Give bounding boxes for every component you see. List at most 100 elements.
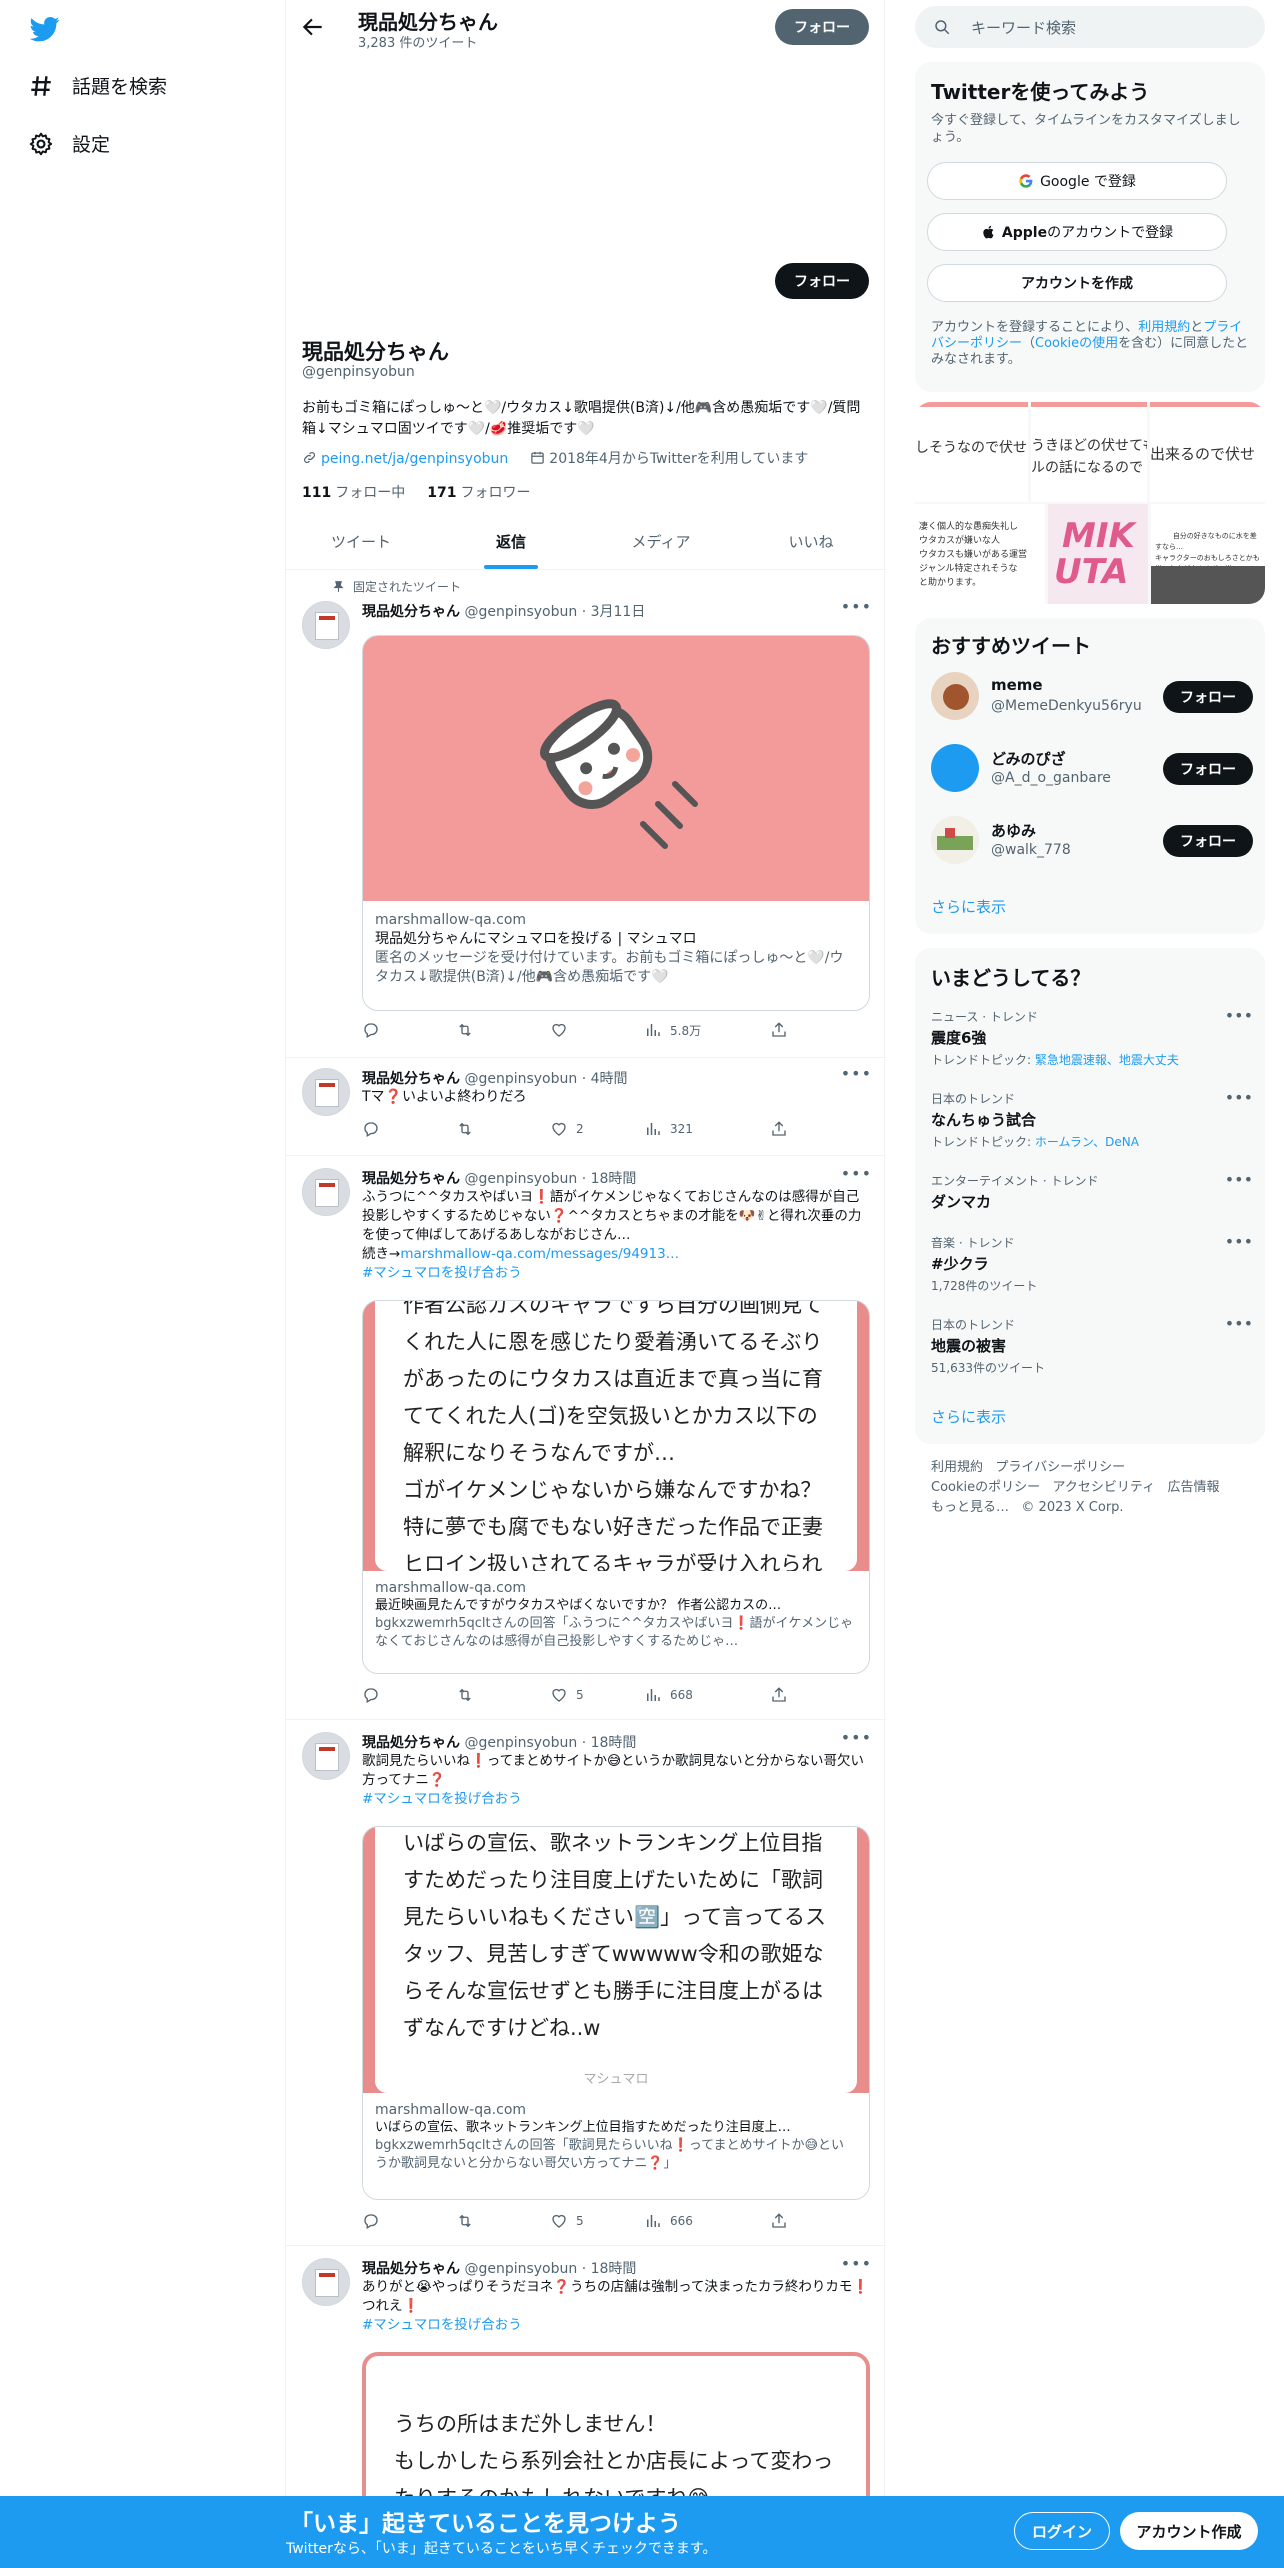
more-options-icon[interactable]: ••• bbox=[841, 1728, 872, 1747]
follow-button[interactable]: フォロー bbox=[1163, 753, 1253, 785]
follow-button[interactable]: フォロー bbox=[1163, 681, 1253, 713]
link-card[interactable]: うちの所はまだ外しません！ もしかしたら系列会社とか店長によって変わったりするの… bbox=[362, 2352, 870, 2496]
nav-explore[interactable]: 話題を検索 bbox=[28, 72, 167, 99]
profile-link-text[interactable]: peing.net/ja/genpinsyobun bbox=[321, 451, 508, 467]
like-button[interactable]: 5 bbox=[550, 2212, 584, 2230]
tweet[interactable]: 現品処分ちゃん @genpinsyobun · 4時間 ••• Tマ❓いよいよ終… bbox=[286, 1058, 886, 1156]
more-options-icon[interactable]: ••• bbox=[1225, 1006, 1253, 1025]
tweet-pinned[interactable]: 固定されたツイート 現品処分ちゃん @genpinsyobun · 3月11日 … bbox=[286, 571, 886, 1058]
tweet[interactable]: 現品処分ちゃん @genpinsyobun · 18時間 ••• ふうつに^^タ… bbox=[286, 1156, 886, 1720]
reply-button[interactable] bbox=[362, 1686, 380, 1704]
more-options-icon[interactable]: ••• bbox=[1225, 1170, 1253, 1189]
media-thumb[interactable]: うきほどの伏せても ルの話になるので bbox=[1031, 402, 1147, 502]
media-thumb[interactable]: しそうなので伏せ bbox=[915, 402, 1028, 502]
recommended-user[interactable]: どみのぴざ @A_d_o_ganbare フォロー bbox=[931, 742, 1253, 796]
trend-topic-links[interactable]: 緊急地震速報、地震大丈夫 bbox=[1035, 1053, 1179, 1067]
media-thumb[interactable]: 凄く個人的な愚痴失礼し ウタカスが嫌いな人 ウタカスも嫌いがある運営 ジャンル特… bbox=[915, 504, 1045, 604]
share-button[interactable] bbox=[770, 1120, 788, 1138]
like-button[interactable]: 5 bbox=[550, 1686, 584, 1704]
footer-more-link[interactable]: もっと見る… bbox=[931, 1500, 1009, 1515]
nav-settings[interactable]: 設定 bbox=[28, 130, 110, 157]
trend-item[interactable]: 日本のトレンド なんちゅう試合 トレンドトピック: ホームラン、DeNA ••• bbox=[931, 1088, 1253, 1150]
tab-tweets[interactable]: ツイート bbox=[286, 514, 436, 569]
signup-button[interactable]: アカウント作成 bbox=[1120, 2512, 1258, 2550]
views-button[interactable]: 321 bbox=[644, 1120, 693, 1138]
tweet-link[interactable]: marshmallow-qa.com/messages/94913… bbox=[400, 1246, 679, 1262]
tweet-author-name[interactable]: 現品処分ちゃん bbox=[362, 1735, 460, 1751]
create-account-button[interactable]: アカウントを作成 bbox=[927, 264, 1227, 302]
hashtag-link[interactable]: #マシュマロを投げ合おう bbox=[362, 1264, 870, 1283]
link-card[interactable]: 作者公認カスのキャラですら自分の画側見てくれた人に恩を感じたり愛着湧いてるそぶり… bbox=[362, 1300, 870, 1674]
tweet-author-name[interactable]: 現品処分ちゃん bbox=[362, 1171, 460, 1187]
trend-item[interactable]: エンターテイメント · トレンド ダンマカ ••• bbox=[931, 1170, 1253, 1212]
views-button[interactable]: 666 bbox=[644, 2212, 693, 2230]
views-button[interactable]: 668 bbox=[644, 1686, 693, 1704]
share-button[interactable] bbox=[770, 2212, 788, 2230]
trend-item[interactable]: 音楽 · トレンド #少クラ 1,728件のツイート ••• bbox=[931, 1232, 1253, 1294]
recommended-user[interactable]: meme @MemeDenkyu56ryu フォロー bbox=[931, 670, 1253, 724]
tweet[interactable]: 現品処分ちゃん @genpinsyobun · 18時間 ••• ありがと😭やっ… bbox=[286, 2246, 886, 2496]
show-more-link[interactable]: さらに表示 bbox=[931, 896, 1006, 917]
recommended-user[interactable]: あゆみ @walk_778 フォロー bbox=[931, 814, 1253, 868]
avatar[interactable] bbox=[302, 1732, 350, 1780]
cookie-link[interactable]: Cookieの使用 bbox=[1035, 336, 1118, 351]
avatar[interactable] bbox=[302, 2258, 350, 2306]
share-button[interactable] bbox=[770, 1686, 788, 1704]
terms-link[interactable]: 利用規約 bbox=[1138, 320, 1190, 335]
hashtag-link[interactable]: #マシュマロを投げ合おう bbox=[362, 2316, 870, 2335]
media-thumb[interactable]: MIK UTA bbox=[1048, 504, 1148, 604]
tweet-author-name[interactable]: 現品処分ちゃん bbox=[362, 604, 460, 620]
tweet-author-name[interactable]: 現品処分ちゃん bbox=[362, 1071, 460, 1087]
trend-item[interactable]: 日本のトレンド 地震の被害 51,633件のツイート ••• bbox=[931, 1314, 1253, 1376]
footer-ads-link[interactable]: 広告情報 bbox=[1168, 1480, 1220, 1495]
footer-accessibility-link[interactable]: アクセシビリティ bbox=[1053, 1480, 1156, 1495]
footer-privacy-link[interactable]: プライバシーポリシー bbox=[995, 1460, 1125, 1475]
share-button[interactable] bbox=[770, 1021, 788, 1039]
hashtag-link[interactable]: #マシュマロを投げ合おう bbox=[362, 1790, 870, 1809]
retweet-button[interactable] bbox=[456, 1120, 474, 1138]
avatar[interactable] bbox=[302, 601, 350, 649]
views-button[interactable]: 5.8万 bbox=[644, 1021, 701, 1039]
reply-button[interactable] bbox=[362, 1120, 380, 1138]
login-button[interactable]: ログイン bbox=[1014, 2512, 1110, 2550]
tweet[interactable]: 現品処分ちゃん @genpinsyobun · 18時間 ••• 歌詞見たらいい… bbox=[286, 1720, 886, 2246]
media-thumb[interactable]: 自分の好きなものに水を差すなら… キャラクターのおもしろさとかも 嫌いな人が大き… bbox=[1151, 504, 1265, 604]
media-preview-strip[interactable]: しそうなので伏せ うきほどの伏せても ルの話になるので 出来るので伏せ 凄く個人的… bbox=[915, 402, 1265, 604]
more-options-icon[interactable]: ••• bbox=[1225, 1314, 1253, 1333]
show-more-link[interactable]: さらに表示 bbox=[931, 1406, 1006, 1427]
footer-cookie-link[interactable]: Cookieのポリシー bbox=[931, 1480, 1040, 1495]
trend-topic-links[interactable]: ホームラン、DeNA bbox=[1035, 1135, 1139, 1149]
footer-terms-link[interactable]: 利用規約 bbox=[931, 1460, 983, 1475]
back-arrow-icon[interactable] bbox=[300, 14, 326, 40]
media-thumb[interactable]: 出来るので伏せ bbox=[1150, 402, 1265, 502]
more-options-icon[interactable]: ••• bbox=[841, 597, 872, 616]
followers-stat[interactable]: 171 フォロワー bbox=[427, 482, 530, 502]
twitter-logo-icon[interactable] bbox=[28, 14, 62, 44]
profile-follow-button[interactable]: フォロー bbox=[775, 263, 869, 299]
tab-media[interactable]: メディア bbox=[586, 514, 736, 569]
apple-signup-button[interactable]: Appleのアカウントで登録 bbox=[927, 213, 1227, 251]
retweet-button[interactable] bbox=[456, 2212, 474, 2230]
more-options-icon[interactable]: ••• bbox=[1225, 1088, 1253, 1107]
like-button[interactable] bbox=[550, 1021, 568, 1039]
retweet-button[interactable] bbox=[456, 1021, 474, 1039]
link-card[interactable]: marshmallow-qa.com 現品処分ちゃんにマシュマロを投げる | マ… bbox=[362, 635, 870, 1011]
link-card[interactable]: いばらの宣伝、歌ネットランキング上位目指すためだったり注目度上げたいために「歌詞… bbox=[362, 1826, 870, 2200]
following-stat[interactable]: 111 フォロー中 bbox=[302, 482, 405, 502]
more-options-icon[interactable]: ••• bbox=[1225, 1232, 1253, 1251]
trend-item[interactable]: ニュース · トレンド 震度6強 トレンドトピック: 緊急地震速報、地震大丈夫 … bbox=[931, 1006, 1253, 1068]
tab-replies[interactable]: 返信 bbox=[436, 514, 586, 569]
like-button[interactable]: 2 bbox=[550, 1120, 584, 1138]
avatar[interactable] bbox=[302, 1168, 350, 1216]
more-options-icon[interactable]: ••• bbox=[841, 1164, 872, 1183]
search-input[interactable]: キーワード検索 bbox=[915, 6, 1265, 48]
header-follow-button[interactable]: フォロー bbox=[775, 9, 869, 45]
google-signup-button[interactable]: Google で登録 bbox=[927, 162, 1227, 200]
reply-button[interactable] bbox=[362, 2212, 380, 2230]
tweet-author-name[interactable]: 現品処分ちゃん bbox=[362, 2261, 460, 2277]
tab-likes[interactable]: いいね bbox=[736, 514, 886, 569]
profile-link[interactable]: peing.net/ja/genpinsyobun bbox=[302, 450, 508, 467]
follow-button[interactable]: フォロー bbox=[1163, 825, 1253, 857]
reply-button[interactable] bbox=[362, 1021, 380, 1039]
retweet-button[interactable] bbox=[456, 1686, 474, 1704]
